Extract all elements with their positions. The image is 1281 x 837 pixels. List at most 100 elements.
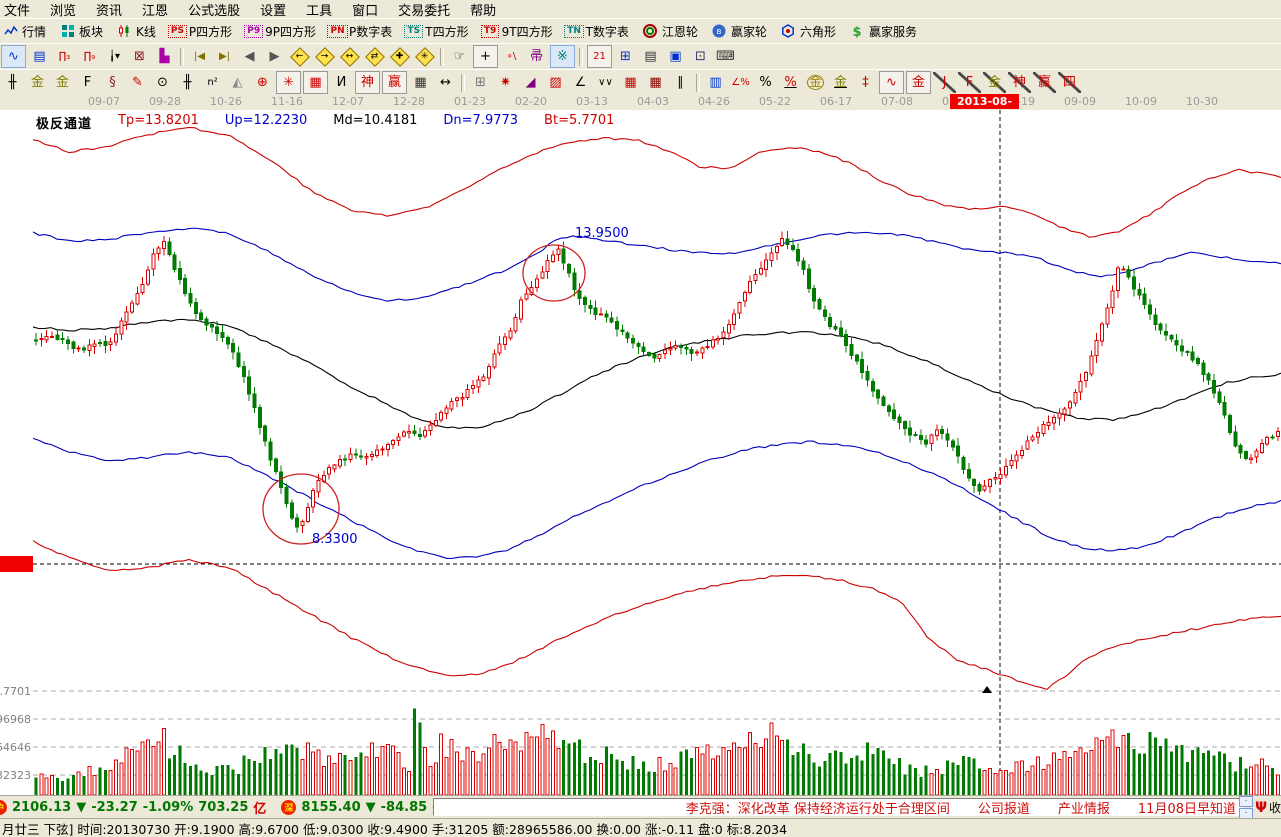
trendline-icon[interactable]: ∘\ bbox=[500, 46, 523, 67]
notepad-icon[interactable]: ▤ bbox=[639, 46, 662, 67]
last-bar-icon[interactable]: ▶| bbox=[213, 46, 236, 67]
diamond-left-icon[interactable]: ← bbox=[288, 46, 311, 67]
menu-item-5[interactable]: 公式选股 bbox=[178, 0, 250, 20]
angle-flag-icon[interactable]: ✎ bbox=[126, 72, 149, 93]
diamond-expand-icon[interactable]: ↔ bbox=[338, 46, 361, 67]
square-number-icon[interactable]: n² bbox=[201, 72, 224, 93]
measure-icon[interactable]: ↔ bbox=[434, 72, 457, 93]
menu-item-6[interactable]: 设置 bbox=[250, 0, 296, 20]
menu-item-9[interactable]: 交易委托 bbox=[388, 0, 460, 20]
news-ticker[interactable]: 李克强：深化改革 保持经济运行处于合理区间 公司报道 产业情报 11月08日早知… bbox=[433, 798, 1243, 816]
shen-tool-icon[interactable]: 神 bbox=[355, 71, 380, 94]
toolbar-button-winner-wheel[interactable]: B赢家轮 bbox=[705, 20, 774, 42]
star-grid-icon[interactable]: ✳ bbox=[276, 71, 301, 94]
news-link-industry[interactable]: 产业情报 bbox=[1058, 798, 1110, 816]
shen-trend-icon[interactable]: 神 bbox=[1008, 72, 1031, 93]
percent-icon[interactable]: % bbox=[754, 72, 777, 93]
toolbar-button-quotes[interactable]: 行情 bbox=[0, 20, 53, 42]
toolbar-button-winner-service[interactable]: $赢家服务 bbox=[843, 20, 924, 42]
cycle-circle-icon[interactable]: ⊙ bbox=[151, 72, 174, 93]
news-link-company[interactable]: 公司报道 bbox=[978, 798, 1030, 816]
menu-item-7[interactable]: 工具 bbox=[296, 0, 342, 20]
chart-canvas[interactable]: 5.770196968646463232313.95008.3300 bbox=[0, 110, 1281, 798]
percent-line-icon[interactable]: % bbox=[779, 72, 802, 93]
formula-icon[interactable]: ⊠ bbox=[128, 46, 151, 67]
news-link-morning[interactable]: 11月08日早知道 bbox=[1138, 798, 1236, 816]
f-trend-icon[interactable]: F bbox=[958, 72, 981, 93]
save-icon[interactable]: ▣ bbox=[664, 46, 687, 67]
gold-ruler-icon[interactable]: 金 bbox=[26, 72, 49, 93]
ying-tool-icon[interactable]: 赢 bbox=[382, 71, 407, 94]
percent-angle-icon[interactable]: ∠% bbox=[729, 72, 752, 93]
chart-area[interactable]: 5.770196968646463232313.95008.3300 极反通道 … bbox=[0, 110, 1281, 795]
remote-service-icon[interactable]: ⌨ bbox=[714, 46, 737, 67]
menu-item-10[interactable]: 帮助 bbox=[460, 0, 506, 20]
toolbar-button-hexagon[interactable]: 六角形 bbox=[774, 20, 843, 42]
diamond-compress-icon[interactable]: ⇄ bbox=[363, 46, 386, 67]
gold-box-icon[interactable]: 金 bbox=[906, 71, 931, 94]
calendar-icon[interactable]: 21 bbox=[587, 45, 612, 68]
spiral-icon[interactable]: § bbox=[101, 72, 124, 93]
toolbar-button-kline[interactable]: K线 bbox=[110, 20, 163, 42]
candle-period-icon[interactable]: ╽▾ bbox=[103, 46, 126, 67]
mirror-icon[interactable]: ◭ bbox=[226, 72, 249, 93]
purple-tool-icon[interactable]: 帚 bbox=[525, 46, 548, 67]
crosshair-icon[interactable]: + bbox=[473, 45, 498, 68]
network-icon[interactable]: ⊡ bbox=[689, 46, 712, 67]
fibonacci-ruler-icon[interactable]: F bbox=[76, 72, 99, 93]
bars-3-icon[interactable]: ∏₃ bbox=[53, 46, 76, 67]
report-list-icon[interactable]: ▤ bbox=[28, 46, 51, 67]
diamond-fit-icon[interactable]: ✳ bbox=[413, 46, 436, 67]
pin-marker-icon[interactable]: ‡ bbox=[854, 72, 877, 93]
red-grid-icon[interactable]: ▦ bbox=[303, 71, 328, 94]
gold-circle-icon[interactable]: 金 bbox=[804, 72, 827, 93]
toolbar-button-p-square[interactable]: PSP四方形 bbox=[163, 20, 239, 42]
wave-box-icon[interactable]: ∿ bbox=[879, 71, 904, 94]
gann-grid2-icon[interactable]: ▦ bbox=[644, 72, 667, 93]
next-icon[interactable]: ▶ bbox=[263, 46, 286, 67]
news-headline[interactable]: 李克强：深化改革 保持经济运行处于合理区间 bbox=[686, 798, 950, 816]
toolbar-button-sectors[interactable]: 板块 bbox=[53, 20, 110, 42]
gann-ruler-icon[interactable]: ╫ bbox=[1, 72, 24, 93]
fan-box-icon[interactable]: ▨ bbox=[544, 72, 567, 93]
toolbar-button-t-square[interactable]: TST四方形 bbox=[399, 20, 475, 42]
menu-item-8[interactable]: 窗口 bbox=[342, 0, 388, 20]
toolbar-button-9t-square[interactable]: T99T四方形 bbox=[476, 20, 560, 42]
spin-up-icon[interactable]: - bbox=[1239, 796, 1253, 807]
toolbar-button-p-number-table[interactable]: PNP数字表 bbox=[323, 20, 399, 42]
tick-ruler-icon[interactable]: ╫ bbox=[176, 72, 199, 93]
four-trend-icon[interactable]: 四 bbox=[1058, 72, 1081, 93]
toolbar-button-gann-wheel[interactable]: 江恩轮 bbox=[636, 20, 705, 42]
target-cross-icon[interactable]: ⊕ bbox=[251, 72, 274, 93]
stat-columns-icon[interactable]: ▥ bbox=[704, 72, 727, 93]
smart-brain-icon[interactable]: ※ bbox=[550, 45, 575, 68]
toolbar-button-t-number-table[interactable]: TNT数字表 bbox=[560, 20, 636, 42]
purple-fan-icon[interactable]: ◢ bbox=[519, 72, 542, 93]
menu-item-1[interactable]: 文件 bbox=[0, 0, 40, 20]
date-axis[interactable]: 09-0709-2810-2611-1612-0712-2801-2302-20… bbox=[0, 94, 1281, 111]
select-box-icon[interactable]: ⊞ bbox=[469, 72, 492, 93]
hand-icon[interactable]: ☞ bbox=[448, 46, 471, 67]
ray-fan-icon[interactable]: ✷ bbox=[494, 72, 517, 93]
j-trend-icon[interactable]: J bbox=[933, 72, 956, 93]
bars-9-icon[interactable]: ∏₉ bbox=[78, 46, 101, 67]
menu-item-4[interactable]: 江恩 bbox=[132, 0, 178, 20]
prev-icon[interactable]: ◀ bbox=[238, 46, 261, 67]
diamond-center-icon[interactable]: ✚ bbox=[388, 46, 411, 67]
first-bar-icon[interactable]: |◀ bbox=[188, 46, 211, 67]
menu-item-3[interactable]: 资讯 bbox=[86, 0, 132, 20]
menu-item-2[interactable]: 浏览 bbox=[40, 0, 86, 20]
gold-ruler2-icon[interactable]: 金 bbox=[51, 72, 74, 93]
toolbar-button-9p-square[interactable]: P99P四方形 bbox=[239, 20, 323, 42]
wave-chart-icon[interactable]: ∿ bbox=[1, 45, 26, 68]
gann-grid-icon[interactable]: ▦ bbox=[619, 72, 642, 93]
angle-line-icon[interactable]: ∠ bbox=[569, 72, 592, 93]
gold-trend-icon[interactable]: 金 bbox=[983, 72, 1006, 93]
news-scroll-spinner[interactable]: -- bbox=[1239, 796, 1253, 819]
ying-trend-icon[interactable]: 赢 bbox=[1033, 72, 1056, 93]
price-volume-svg[interactable]: 5.770196968646463232313.95008.3300 bbox=[0, 110, 1281, 795]
histogram-icon[interactable]: ▙ bbox=[153, 46, 176, 67]
gold-line-icon[interactable]: 金 bbox=[829, 72, 852, 93]
wave-count-icon[interactable]: И bbox=[330, 72, 353, 93]
diamond-right-icon[interactable]: → bbox=[313, 46, 336, 67]
